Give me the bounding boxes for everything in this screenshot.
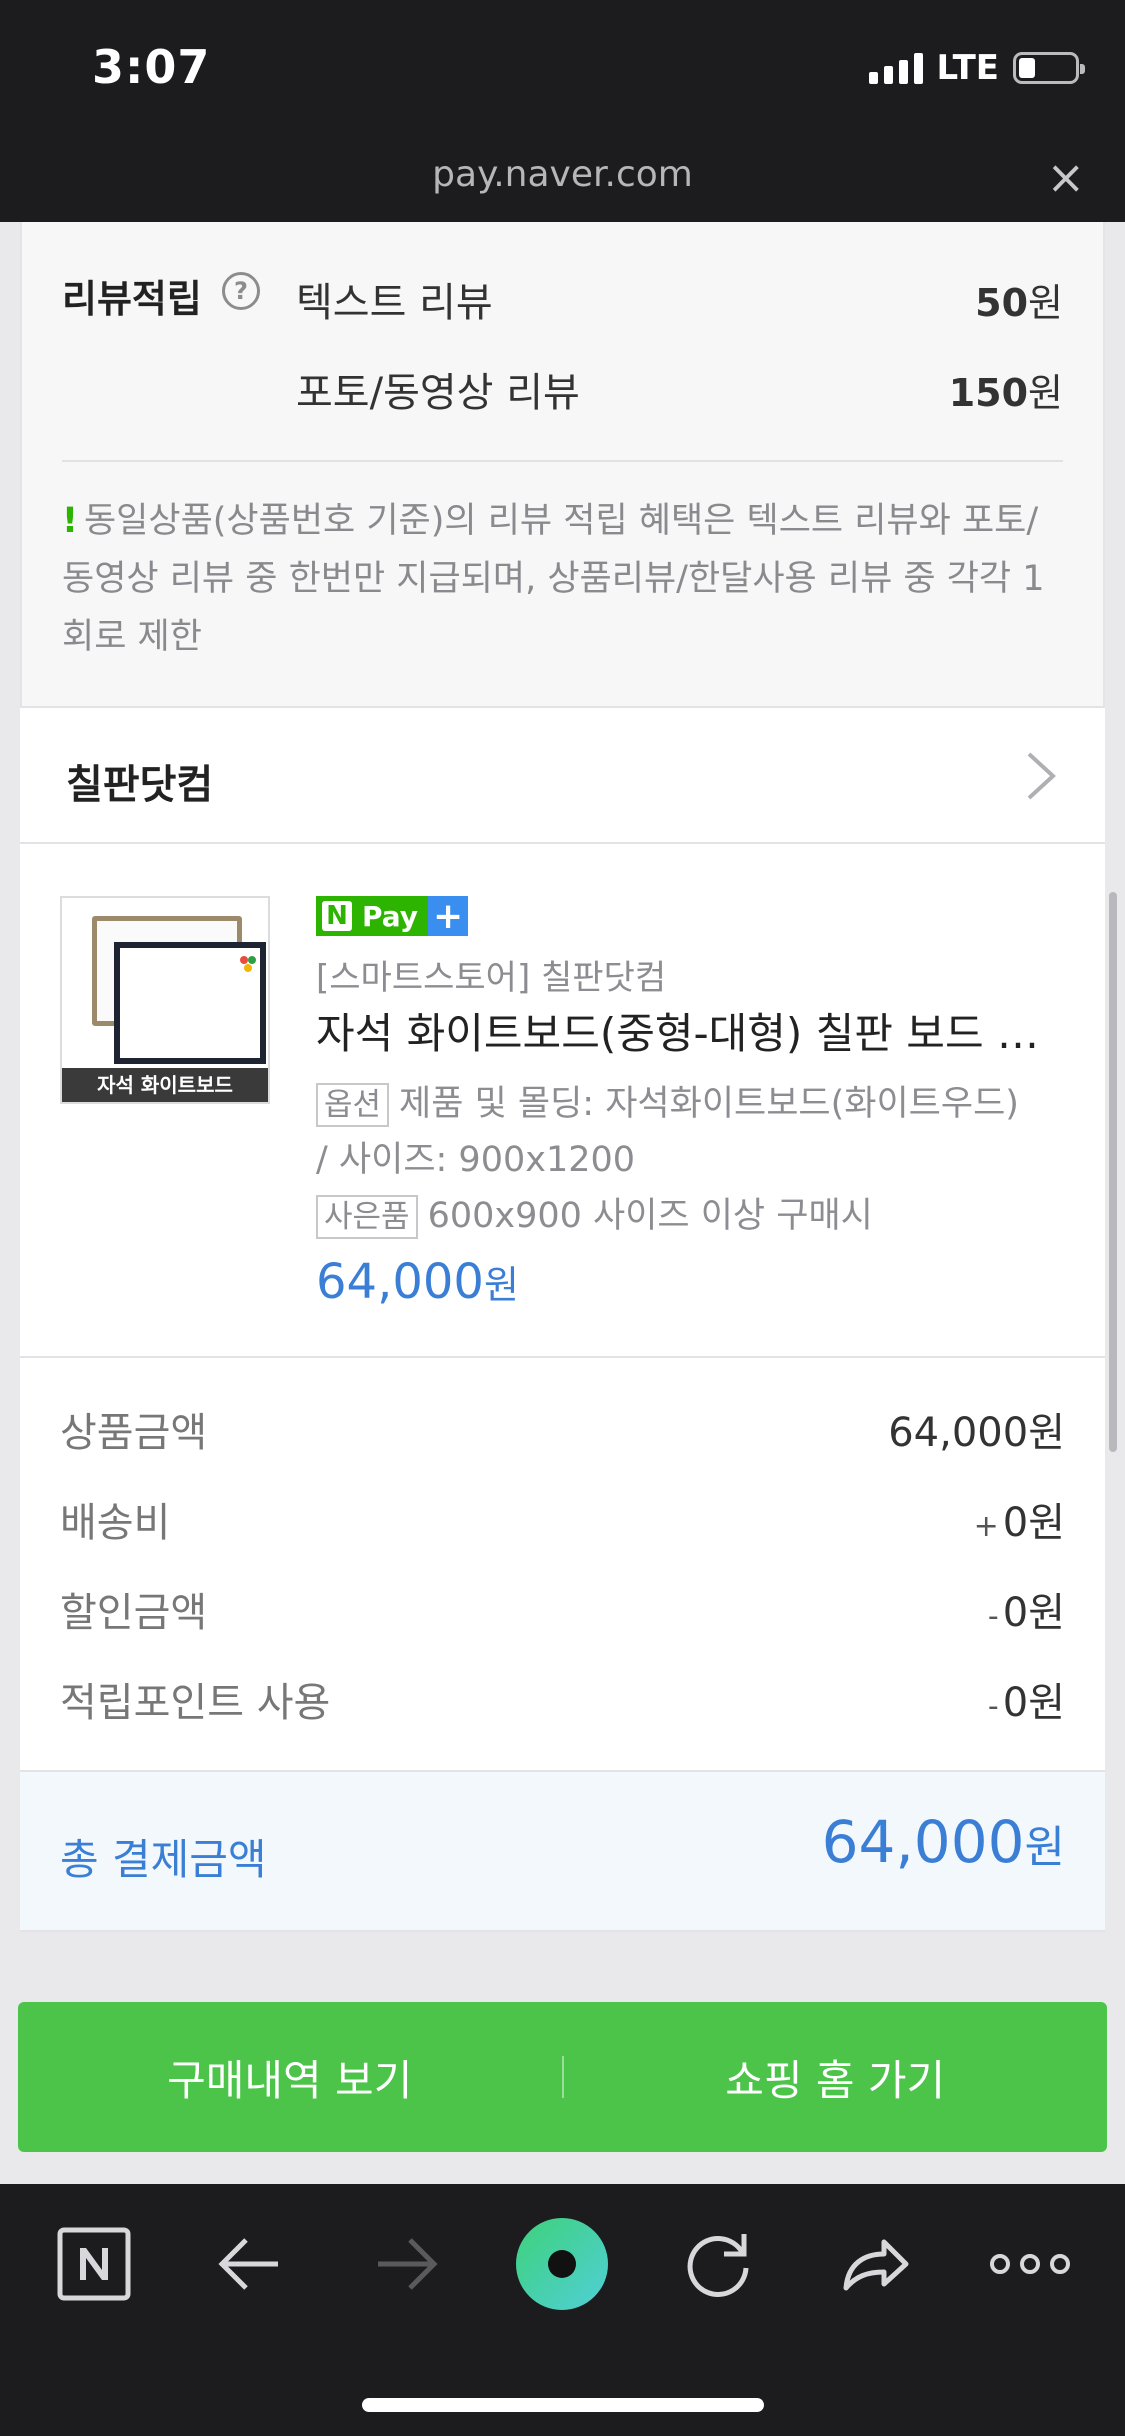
product-price: 64,000원	[316, 1254, 519, 1310]
more-icon[interactable]	[980, 2214, 1080, 2314]
total-value: 64,000원	[821, 1808, 1065, 1876]
status-indicators: LTE	[868, 48, 1085, 88]
summary-value-product: 64,000원	[888, 1410, 1065, 1456]
url-text: pay.naver.com	[432, 154, 693, 195]
product-item[interactable]: 자석 화이트보드 N Pay + [스마트스토어] 칠판닷컴 자석 화이트보드(…	[20, 844, 1105, 1358]
product-store: [스마트스토어] 칠판닷컴	[316, 958, 667, 998]
product-title[interactable]: 자석 화이트보드(중형-대형) 칠판 보드 사무실 회의용	[316, 1000, 1056, 1061]
action-bar: 구매내역 보기 쇼핑 홈 가기	[18, 2002, 1107, 2152]
product-gift: 사은품 600x900 사이즈 이상 구매시	[316, 1188, 873, 1244]
thumbnail-board-front	[114, 942, 266, 1064]
status-bar: 3:07 LTE	[0, 0, 1125, 140]
plus-icon: +	[428, 896, 469, 937]
review-notice-text: 동일상품(상품번호 기준)의 리뷰 적립 혜택은 텍스트 리뷰와 포토/동영상 …	[62, 501, 1045, 657]
notice-icon: !	[62, 501, 78, 541]
battery-icon	[1013, 52, 1085, 84]
magnet-dot	[248, 956, 256, 964]
scrollbar[interactable]	[1109, 892, 1117, 1452]
signal-icon	[868, 52, 923, 84]
status-time: 3:07	[92, 40, 211, 94]
url-bar: pay.naver.com ×	[0, 140, 1125, 222]
product-option: 옵션 제품 및 몰딩: 자석화이트보드(화이트우드)	[316, 1076, 1019, 1132]
gift-tag: 사은품	[316, 1195, 418, 1239]
summary-value-points: -0원	[987, 1680, 1065, 1726]
summary-label-shipping: 배송비	[60, 1500, 171, 1546]
summary-label-product: 상품금액	[60, 1410, 208, 1456]
option-line1: 제품 및 몰딩: 자석화이트보드(화이트우드)	[399, 1084, 1019, 1124]
magnet-dot	[240, 956, 248, 964]
summary-value-discount: -0원	[987, 1590, 1065, 1636]
naver-n-icon: N	[322, 901, 352, 931]
refresh-icon[interactable]	[668, 2214, 768, 2314]
chevron-right-icon[interactable]	[1019, 750, 1063, 802]
review-text-amount: 50원	[975, 281, 1063, 325]
page-content[interactable]: 리뷰적립 ? 텍스트 리뷰 50원 포토/동영상 리뷰 150원 ! 동일상품(상…	[0, 222, 1125, 2184]
option-tag: 옵션	[316, 1083, 390, 1127]
npay-label: Pay	[362, 899, 419, 933]
product-thumbnail[interactable]: 자석 화이트보드	[60, 896, 270, 1104]
close-icon[interactable]: ×	[1046, 150, 1085, 204]
naver-n-icon[interactable]	[44, 2214, 144, 2314]
total-label: 총 결제금액	[60, 1835, 267, 1884]
purchase-history-button[interactable]: 구매내역 보기	[18, 2047, 562, 2108]
review-photo-amount: 150원	[948, 371, 1063, 415]
shopping-home-button[interactable]: 쇼핑 홈 가기	[564, 2047, 1108, 2108]
review-photo-label: 포토/동영상 리뷰	[296, 370, 580, 416]
magnet-dot	[244, 964, 252, 972]
summary-label-points: 적립포인트 사용	[60, 1680, 331, 1726]
back-arrow-icon[interactable]	[200, 2214, 300, 2314]
review-text-label: 텍스트 리뷰	[296, 280, 493, 326]
forward-arrow-icon	[378, 2238, 438, 2290]
review-points-section: 리뷰적립 ? 텍스트 리뷰 50원 포토/동영상 리뷰 150원 ! 동일상품(상…	[20, 222, 1105, 706]
divider	[62, 460, 1063, 462]
review-notice: ! 동일상품(상품번호 기준)의 리뷰 적립 혜택은 텍스트 리뷰와 포토/동영상…	[62, 492, 1063, 666]
thumbnail-caption: 자석 화이트보드	[62, 1068, 268, 1102]
summary-label-discount: 할인금액	[60, 1590, 208, 1636]
seller-name: 칠판닷컴	[66, 762, 214, 808]
home-indicator[interactable]	[362, 2398, 764, 2412]
npay-plus-badge: N Pay +	[316, 896, 469, 937]
review-heading: 리뷰적립	[62, 277, 202, 321]
gift-text: 600x900 사이즈 이상 구매시	[427, 1196, 873, 1236]
summary-value-shipping: +0원	[973, 1500, 1065, 1546]
product-option-size: / 사이즈: 900x1200	[316, 1140, 636, 1180]
npay-badge: N Pay	[316, 896, 429, 936]
help-icon[interactable]: ?	[222, 272, 260, 310]
green-dot-icon[interactable]	[512, 2214, 612, 2314]
seller-row[interactable]: 칠판닷컴	[20, 706, 1105, 844]
price-summary: 상품금액 64,000원 배송비 +0원 할인금액 -0원 적립포인트 사용 -…	[20, 1358, 1105, 1770]
network-label: LTE	[936, 48, 999, 88]
total-payment: 총 결제금액 64,000원	[20, 1770, 1105, 1932]
share-icon[interactable]	[824, 2214, 924, 2314]
